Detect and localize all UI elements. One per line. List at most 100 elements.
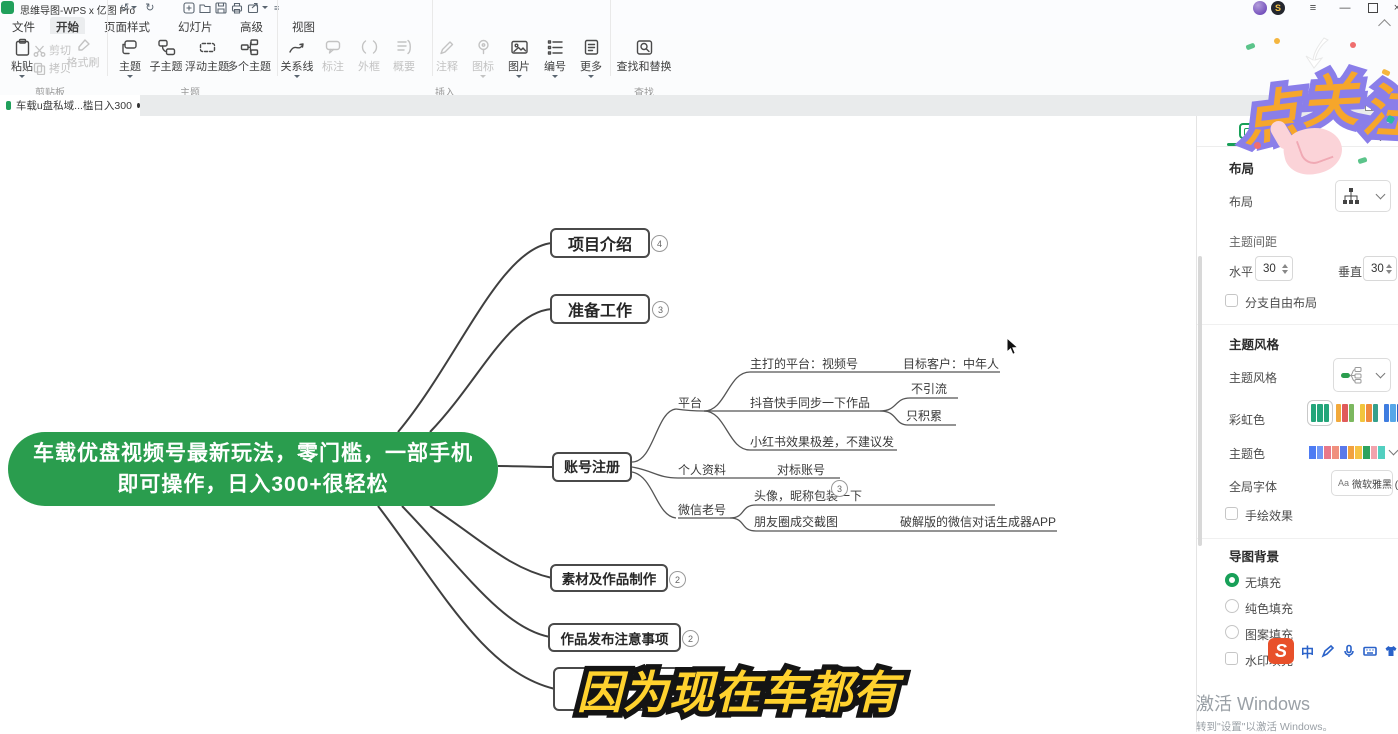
share-icon[interactable] [246, 1, 260, 14]
mindmap-canvas[interactable]: 车载优盘视频号最新玩法，零门槛，一部手机 即可操作，日入300+很轻松 项目介绍… [0, 116, 1196, 732]
watermark-line1: 激活 Windows [1196, 690, 1333, 716]
vertical-spacing-input[interactable]: 30 [1363, 256, 1397, 281]
subtopic-platform[interactable]: 平台 [678, 394, 702, 411]
subtopic-profile[interactable]: 个人资料 [678, 461, 726, 478]
font-prefix: Aa [1338, 478, 1349, 488]
subtopic-target-customer[interactable]: 目标客户：中年人 [903, 355, 999, 372]
open-folder-icon[interactable] [198, 1, 212, 14]
collapse-badge[interactable]: 2 [669, 571, 686, 588]
find-replace-button[interactable]: 查找和替换 [607, 38, 681, 74]
undo-icon[interactable]: ↺ [120, 1, 129, 14]
picture-dropdown-icon [516, 75, 522, 78]
skin-shirt-icon[interactable] [1384, 644, 1398, 658]
rainbow-label: 彩虹色 [1229, 411, 1265, 428]
subtopic-xiaohongshu[interactable]: 小红书效果极差，不建议发 [750, 433, 894, 450]
global-font-dropdown[interactable]: Aa 微软雅黑 (大) [1331, 470, 1393, 496]
save-icon[interactable] [214, 1, 228, 14]
spin-up-icon[interactable] [1386, 264, 1392, 268]
theme-style-dropdown[interactable] [1333, 358, 1391, 392]
topic-box-material-production[interactable]: 素材及作品制作 [550, 564, 668, 592]
membership-icon[interactable]: S [1271, 1, 1285, 15]
fill-pattern-radio[interactable] [1225, 625, 1239, 639]
spin-down-icon[interactable] [1386, 270, 1392, 274]
free-layout-checkbox[interactable] [1225, 294, 1238, 307]
subtopic-generator-app[interactable]: 破解版的微信对话生成器APP [900, 513, 1056, 530]
share-dropdown-icon[interactable] [262, 6, 268, 9]
user-avatar[interactable] [1253, 1, 1267, 15]
document-tab[interactable]: 车载u盘私域...槛日入300 [0, 95, 140, 116]
picture-label: 图片 [508, 58, 530, 74]
fill-watermark-checkbox[interactable] [1225, 652, 1238, 665]
document-tab-label: 车载u盘私域...槛日入300 [16, 98, 132, 113]
panel-scrollbar[interactable] [1198, 256, 1202, 546]
close-button[interactable]: × [1384, 0, 1398, 15]
theme-color-chevron-icon[interactable] [1389, 446, 1398, 456]
sogou-logo-icon[interactable]: S [1268, 638, 1294, 664]
unsaved-dot-icon [137, 103, 140, 108]
topic-icon [121, 38, 140, 57]
confetti-icon [1245, 43, 1255, 51]
theme-style-label: 主题风格 [1229, 369, 1277, 386]
ime-language-toggle[interactable]: 中 [1301, 642, 1314, 661]
redo-icon[interactable]: ↻ [145, 1, 154, 14]
central-topic[interactable]: 车载优盘视频号最新玩法，零门槛，一部手机 即可操作，日入300+很轻松 [8, 432, 498, 506]
spin-down-icon[interactable] [1282, 270, 1288, 274]
ime-toolbar: S 中 [1268, 634, 1398, 668]
more-label: 更多 [580, 58, 602, 74]
collapse-badge[interactable]: 3 [831, 480, 848, 497]
microphone-icon[interactable] [1342, 644, 1356, 658]
horizontal-spacing-input[interactable]: 30 [1255, 256, 1293, 281]
theme-color-strip[interactable] [1309, 446, 1385, 459]
multiple-topics-button[interactable]: 多个主题 [224, 38, 274, 74]
topic-box-preparation[interactable]: 准备工作 [550, 294, 650, 324]
window-title: 思维导图-WPS x 亿图 Pro [20, 2, 135, 17]
summary-button[interactable]: 概要 [382, 38, 426, 74]
rainbow-swatch-1[interactable] [1309, 402, 1331, 424]
menu-bar: 文件 开始 页面样式 幻灯片 高级 视图 [0, 16, 1398, 34]
layout-label: 布局 [1229, 193, 1253, 210]
layout-dropdown[interactable] [1335, 180, 1391, 212]
subtopic-icon [157, 38, 176, 57]
hamburger-menu-icon[interactable]: ≡ [1300, 0, 1326, 15]
print-icon[interactable] [230, 1, 244, 14]
topic-box-project-intro[interactable]: 项目介绍 [550, 228, 650, 258]
format-painter-label: 格式刷 [67, 54, 100, 70]
spin-up-icon[interactable] [1282, 264, 1288, 268]
rainbow-swatch-4[interactable] [1382, 402, 1398, 424]
relation-dropdown-icon [294, 75, 300, 78]
keyboard-icon[interactable] [1363, 644, 1377, 658]
subtopic-benchmark[interactable]: 对标账号 [777, 461, 825, 478]
confetti-icon [1350, 42, 1356, 48]
relation-line-icon [288, 38, 307, 57]
rainbow-swatch-3[interactable] [1358, 402, 1380, 424]
hand-drawn-checkbox[interactable] [1225, 507, 1238, 520]
undo-dropdown-icon[interactable] [131, 6, 137, 9]
subtopic-moments[interactable]: 朋友圈成交截图 [754, 513, 838, 530]
format-painter-button[interactable]: 格式刷 [62, 38, 104, 70]
topic-box-publish-notes[interactable]: 作品发布注意事项 [548, 623, 681, 652]
subtopic-douyin-kuaishou[interactable]: 抖音快手同步一下作品 [750, 394, 870, 411]
callout-icon [324, 38, 343, 57]
brush-icon [75, 38, 91, 53]
rainbow-swatch-2[interactable] [1334, 402, 1356, 424]
collapse-badge[interactable]: 3 [652, 301, 669, 318]
collapse-badge[interactable]: 2 [682, 630, 699, 647]
subtopic-main-platform[interactable]: 主打的平台：视频号 [750, 355, 858, 372]
maximize-button[interactable] [1360, 0, 1386, 15]
subtopic-accumulate[interactable]: 只积累 [906, 407, 942, 424]
new-file-icon[interactable] [182, 1, 196, 14]
collapse-badge[interactable]: 4 [651, 235, 668, 252]
confetti-icon [1274, 38, 1280, 44]
topic-box-account-register[interactable]: 账号注册 [552, 452, 632, 482]
style-section-title: 主题风格 [1229, 334, 1279, 353]
fill-none-radio[interactable] [1225, 573, 1239, 587]
subtopic-wechat-old[interactable]: 微信老号 [678, 501, 726, 518]
spacing-label: 主题间距 [1229, 233, 1277, 250]
follow-sticker: 点点 关关 注注 [1232, 30, 1398, 180]
minimize-button[interactable]: — [1332, 0, 1358, 15]
handwriting-pen-icon[interactable] [1321, 644, 1335, 658]
callout-label: 标注 [322, 58, 344, 74]
fill-solid-radio[interactable] [1225, 599, 1239, 613]
subtopic-no-traffic[interactable]: 不引流 [911, 380, 947, 397]
theme-color-label: 主题色 [1229, 445, 1265, 462]
